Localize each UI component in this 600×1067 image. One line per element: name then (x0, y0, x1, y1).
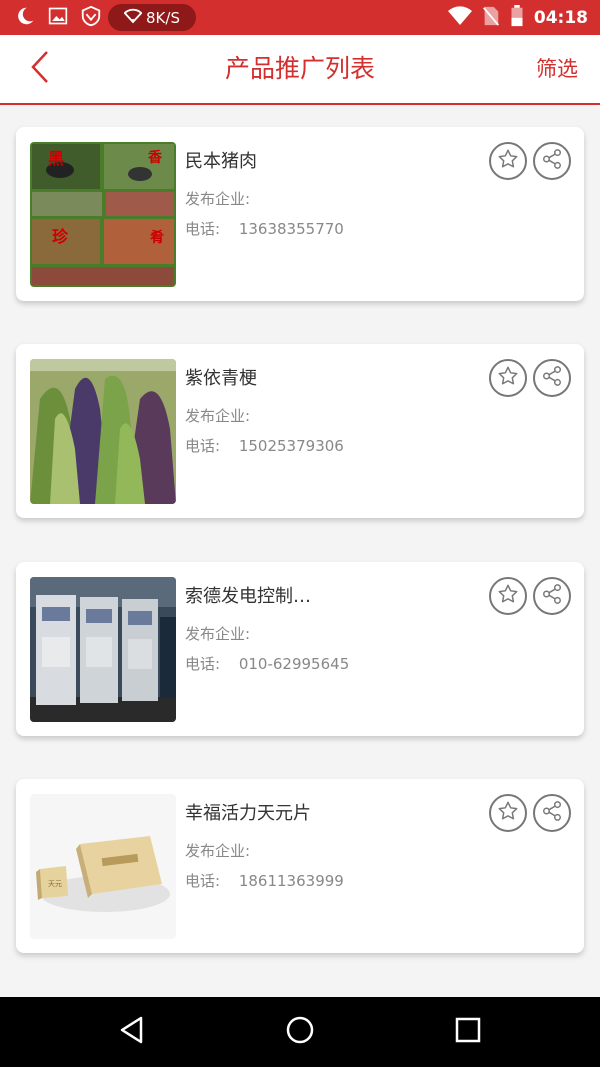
nav-recents-button[interactable] (438, 997, 498, 1067)
product-name: 索德发电控制… (185, 586, 311, 607)
product-card[interactable]: 索德发电控制… 发布企业: 电话: 010-62995645 (16, 562, 584, 736)
circle-home-icon (285, 1015, 315, 1049)
battery-icon (510, 4, 524, 31)
share-icon (541, 148, 563, 174)
favorite-button[interactable] (489, 359, 527, 397)
star-icon (497, 148, 519, 174)
status-bar: 8K/S 04:18 (0, 0, 600, 35)
phone-number[interactable]: 13638355770 (239, 220, 344, 238)
phone-number[interactable]: 15025379306 (239, 437, 344, 455)
phone-label: 电话: (185, 220, 221, 238)
phone-label: 电话: (185, 655, 221, 673)
phone-row: 电话: 010-62995645 (185, 653, 349, 674)
product-image: 天元 (30, 794, 176, 939)
status-right-icons: 04:18 (447, 0, 588, 35)
wifi-signal-icon (447, 5, 472, 30)
product-image (30, 577, 176, 722)
share-icon (541, 583, 563, 609)
favorite-button[interactable] (489, 577, 527, 615)
product-image (30, 359, 176, 504)
filter-button[interactable]: 筛选 (536, 35, 578, 103)
phone-label: 电话: (185, 437, 221, 455)
phone-number[interactable]: 18611363999 (239, 872, 344, 890)
favorite-button[interactable] (489, 794, 527, 832)
nav-back-button[interactable] (102, 997, 162, 1067)
no-sim-icon (482, 6, 500, 30)
product-name: 民本猪肉 (185, 151, 257, 172)
company-label: 发布企业: (185, 190, 251, 208)
company-label: 发布企业: (185, 407, 251, 425)
company-label: 发布企业: (185, 625, 251, 643)
image-icon (48, 6, 68, 30)
phone-number[interactable]: 010-62995645 (239, 655, 349, 673)
system-nav-bar (0, 997, 600, 1067)
svg-text:肴: 肴 (150, 229, 164, 246)
product-name: 紫依青梗 (185, 368, 257, 389)
back-button[interactable] (20, 49, 60, 89)
star-icon (497, 365, 519, 391)
wifi-icon (123, 8, 143, 28)
share-button[interactable] (533, 794, 571, 832)
network-speed: 8K/S (146, 8, 180, 27)
share-button[interactable] (533, 577, 571, 615)
moon-icon (14, 5, 36, 31)
phone-label: 电话: (185, 872, 221, 890)
share-icon (541, 365, 563, 391)
svg-text:香: 香 (147, 149, 163, 166)
share-icon (541, 800, 563, 826)
product-name: 幸福活力天元片 (185, 803, 311, 824)
chevron-left-icon (29, 50, 51, 88)
share-button[interactable] (533, 142, 571, 180)
status-left-icons (14, 0, 102, 35)
triangle-back-icon (119, 1016, 145, 1048)
phone-row: 电话: 13638355770 (185, 218, 344, 239)
nav-home-button[interactable] (270, 997, 330, 1067)
svg-text:黑: 黑 (48, 149, 64, 168)
phone-row: 电话: 15025379306 (185, 435, 344, 456)
network-speed-pill: 8K/S (108, 4, 196, 31)
star-icon (497, 800, 519, 826)
product-card[interactable]: 天元 幸福活力天元片 发布企业: 电话: 18611363999 (16, 779, 584, 953)
svg-text:天元: 天元 (48, 880, 62, 888)
svg-text:珍: 珍 (52, 227, 69, 246)
clock: 04:18 (533, 7, 588, 28)
phone-row: 电话: 18611363999 (185, 870, 344, 891)
share-button[interactable] (533, 359, 571, 397)
page-title: 产品推广列表 (224, 54, 375, 83)
product-image: 黑 香 珍 肴 (30, 142, 176, 287)
company-label: 发布企业: (185, 842, 251, 860)
star-icon (497, 583, 519, 609)
square-recents-icon (455, 1017, 481, 1047)
product-card[interactable]: 紫依青梗 发布企业: 电话: 15025379306 (16, 344, 584, 518)
product-card[interactable]: 黑 香 珍 肴 民本猪肉 发布企业: 电话: 13638355770 (16, 127, 584, 301)
favorite-button[interactable] (489, 142, 527, 180)
shield-icon (80, 5, 102, 31)
app-header: 产品推广列表 筛选 (0, 35, 600, 105)
